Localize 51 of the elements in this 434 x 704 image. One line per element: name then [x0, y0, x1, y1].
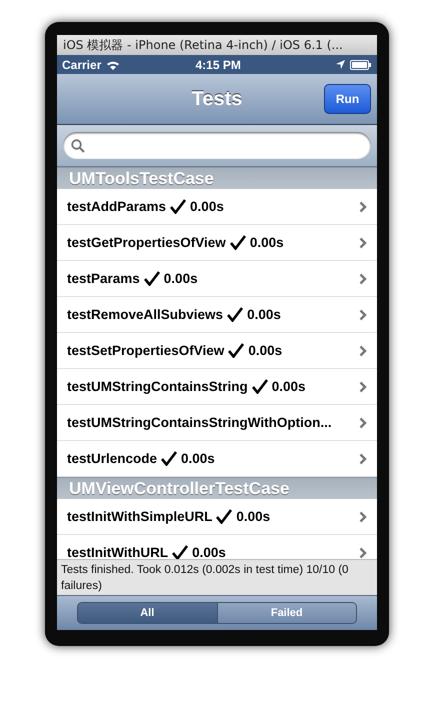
- test-duration: 0.00s: [192, 545, 226, 559]
- chevron-icon: [359, 416, 367, 428]
- test-row[interactable]: testUMStringContainsString 0.00s: [57, 369, 377, 405]
- test-duration: 0.00s: [181, 451, 215, 466]
- chevron-icon: [359, 200, 367, 212]
- chevron-icon: [359, 308, 367, 320]
- carrier-label: Carrier: [62, 58, 102, 72]
- test-row[interactable]: testUMStringContainsStringWithOption...: [57, 405, 377, 441]
- test-name: testInitWithURL: [67, 545, 168, 559]
- test-name: testGetPropertiesOfView: [67, 235, 226, 250]
- test-duration: 0.00s: [250, 235, 284, 250]
- test-name: testParams: [67, 271, 140, 286]
- test-duration: 0.00s: [248, 343, 282, 358]
- search-field[interactable]: [63, 132, 371, 159]
- segment-tab[interactable]: All: [77, 602, 218, 624]
- clock-time: 4:15 PM: [194, 58, 242, 72]
- run-button[interactable]: Run: [324, 84, 371, 114]
- test-row[interactable]: testSetPropertiesOfView 0.00s: [57, 333, 377, 369]
- window-title: iOS 模拟器 - iPhone (Retina 4-inch) / iOS 6.1 (...: [57, 35, 377, 55]
- test-row[interactable]: testAddParams 0.00s: [57, 189, 377, 225]
- chevron-icon: [359, 272, 367, 284]
- test-row[interactable]: testParams 0.00s: [57, 261, 377, 297]
- search-icon: [71, 138, 85, 152]
- chevron-icon: [359, 546, 367, 558]
- chevron-icon: [359, 510, 367, 522]
- chevron-icon: [359, 236, 367, 248]
- test-row[interactable]: testInitWithSimpleURL 0.00s: [57, 499, 377, 535]
- test-duration: 0.00s: [190, 199, 224, 214]
- test-name: testUMStringContainsString: [67, 379, 248, 394]
- battery-icon: [350, 60, 372, 70]
- chevron-icon: [359, 452, 367, 464]
- section-header: UMToolsTestCase: [57, 167, 377, 189]
- test-duration: 0.00s: [272, 379, 306, 394]
- test-duration: 0.00s: [164, 271, 198, 286]
- chevron-icon: [359, 380, 367, 392]
- test-row[interactable]: testRemoveAllSubviews 0.00s: [57, 297, 377, 333]
- test-duration: 0.00s: [247, 307, 281, 322]
- test-name: testUMStringContainsStringWithOption...: [67, 415, 332, 430]
- test-name: testInitWithSimpleURL: [67, 509, 212, 524]
- test-duration: 0.00s: [236, 509, 270, 524]
- test-row[interactable]: testGetPropertiesOfView 0.00s: [57, 225, 377, 261]
- test-name: testSetPropertiesOfView: [67, 343, 224, 358]
- test-name: testAddParams: [67, 199, 166, 214]
- test-name: testRemoveAllSubviews: [67, 307, 224, 322]
- location-arrow-icon: [336, 60, 345, 69]
- nav-title: Tests: [192, 88, 242, 110]
- section-header: UMViewControllerTestCase: [57, 477, 377, 499]
- test-name: testUrlencode: [67, 451, 158, 466]
- wifi-icon: [106, 60, 120, 70]
- summary-text: Tests finished. Took 0.012s (0.002s in test time) 10/10 (0 failures): [57, 559, 377, 595]
- chevron-icon: [359, 344, 367, 356]
